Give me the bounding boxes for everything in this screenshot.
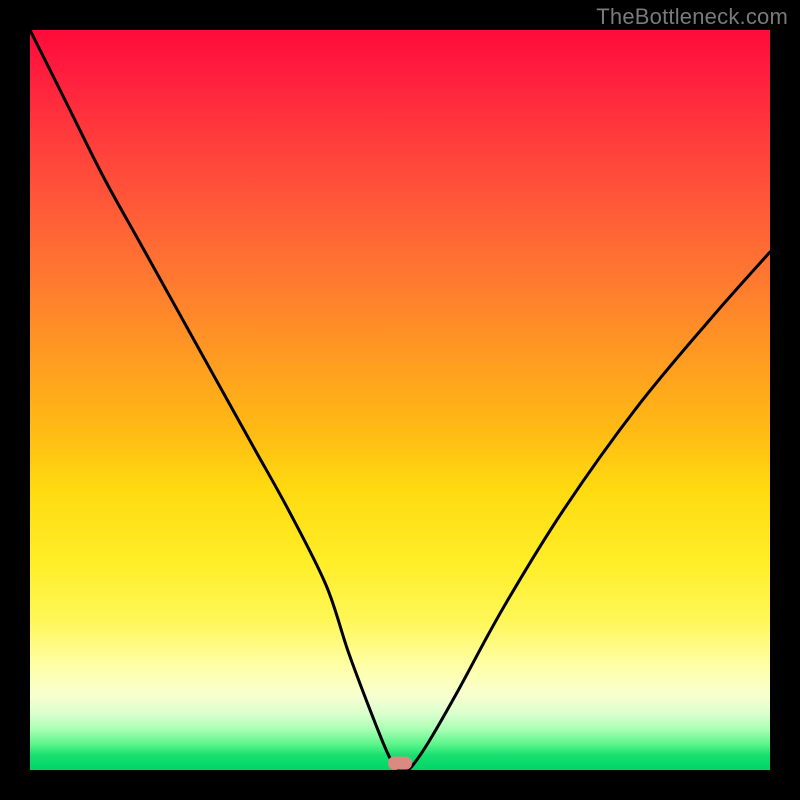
curve-path xyxy=(30,30,770,770)
plot-area xyxy=(30,30,770,770)
bottleneck-curve xyxy=(30,30,770,770)
chart-frame: TheBottleneck.com xyxy=(0,0,800,800)
optimum-marker xyxy=(388,757,412,770)
watermark-text: TheBottleneck.com xyxy=(596,4,788,30)
